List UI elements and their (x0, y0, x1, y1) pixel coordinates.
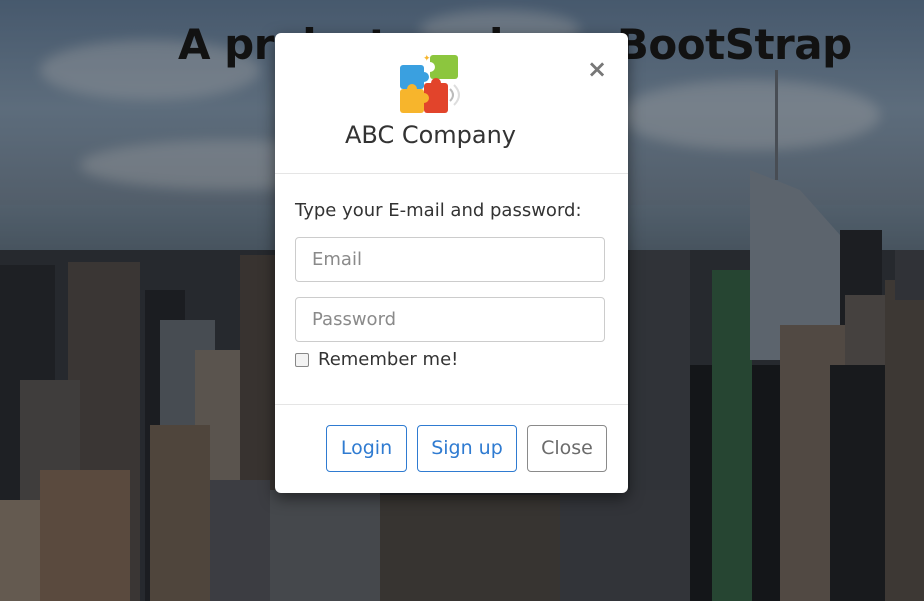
puzzle-pieces-icon: ✦ (400, 54, 460, 113)
login-prompt: Type your E-mail and password: (295, 200, 582, 221)
remember-me-row[interactable]: Remember me! (295, 349, 458, 370)
page: A project made on BootStrap ✦ ABC Compan… (0, 0, 924, 601)
remember-me-checkbox[interactable] (295, 353, 309, 367)
close-button[interactable]: Close (527, 425, 607, 472)
login-modal: ✦ ABC Company × Type your E-mail and pas… (275, 33, 628, 493)
login-button[interactable]: Login (326, 425, 407, 472)
email-field[interactable] (295, 237, 605, 282)
svg-text:✦: ✦ (423, 54, 431, 64)
modal-body: Type your E-mail and password: Remember … (275, 174, 628, 404)
close-icon[interactable]: × (585, 57, 609, 81)
remember-me-label: Remember me! (318, 349, 459, 370)
password-field[interactable] (295, 297, 605, 342)
modal-footer: Login Sign up Close (275, 404, 628, 493)
modal-header: ✦ ABC Company × (275, 33, 628, 174)
sign-up-button[interactable]: Sign up (417, 425, 517, 472)
company-name: ABC Company (344, 121, 517, 149)
